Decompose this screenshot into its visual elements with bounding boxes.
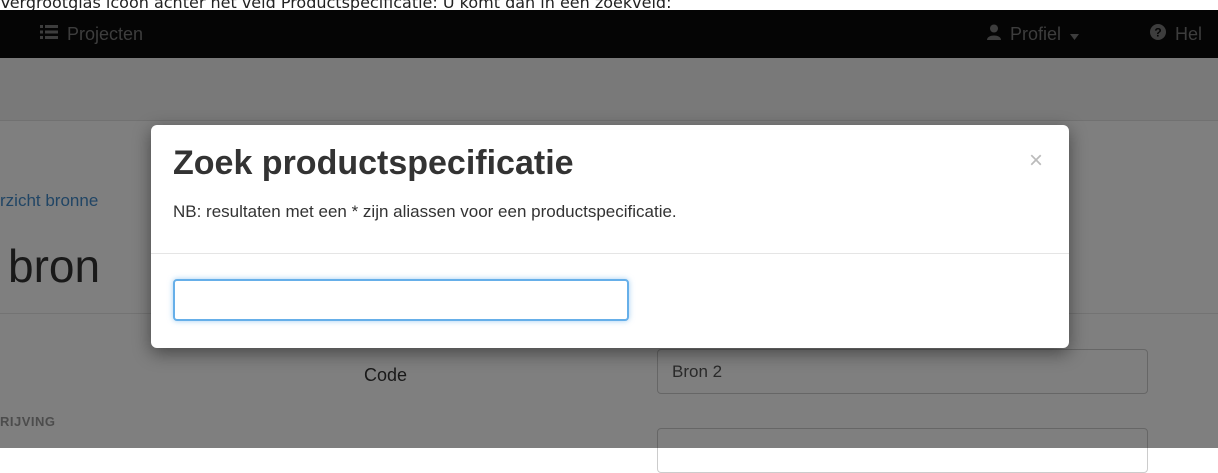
modal-header: Zoek productspecificatie NB: resultaten … (151, 125, 1069, 254)
modal-title: Zoek productspecificatie (173, 144, 574, 182)
close-icon[interactable]: × (1024, 149, 1048, 173)
modal-note: NB: resultaten met een * zijn aliassen v… (173, 202, 677, 221)
search-input[interactable] (173, 279, 629, 321)
search-modal: Zoek productspecificatie NB: resultaten … (151, 125, 1069, 348)
